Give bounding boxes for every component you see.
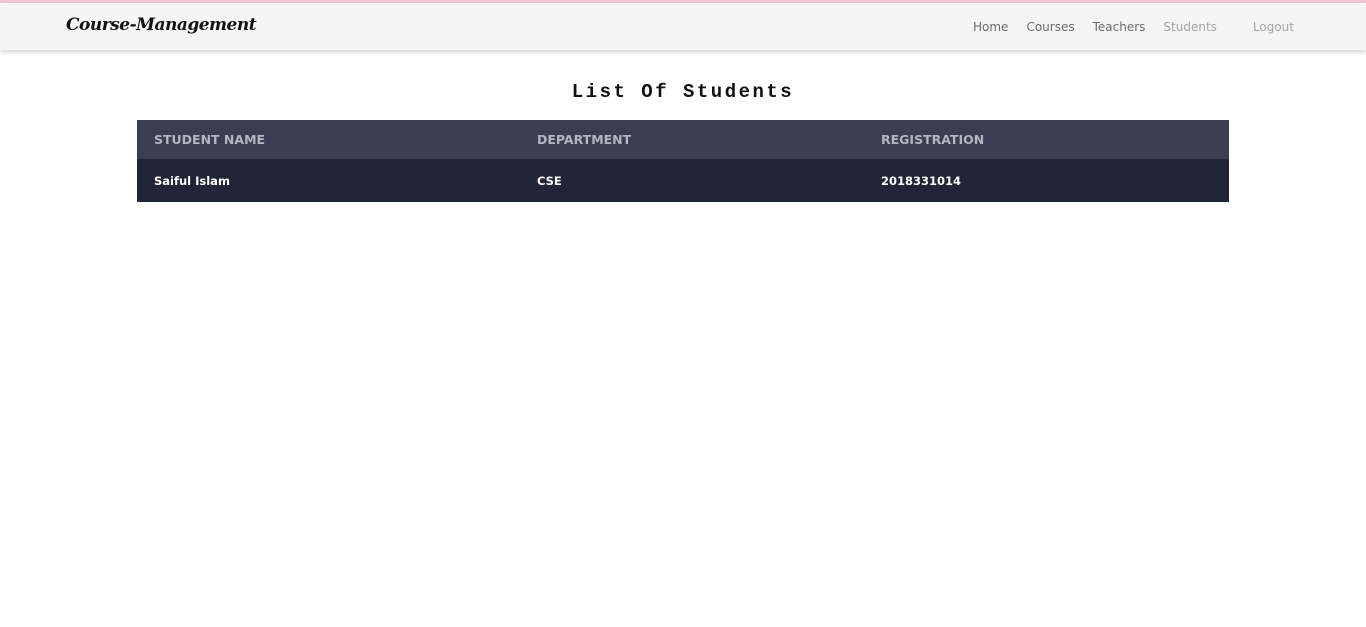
header-registration: REGISTRATION bbox=[864, 120, 1229, 159]
header-department: DEPARTMENT bbox=[520, 120, 864, 159]
cell-registration: 2018331014 bbox=[864, 159, 1229, 202]
table-header-row: STUDENT NAME DEPARTMENT REGISTRATION bbox=[137, 120, 1229, 159]
nav-link-courses[interactable]: Courses bbox=[1026, 20, 1074, 34]
page-title: List Of Students bbox=[571, 81, 795, 103]
nav-link-teachers[interactable]: Teachers bbox=[1093, 20, 1146, 34]
table-row: Saiful Islam CSE 2018331014 bbox=[137, 159, 1229, 202]
logout-link[interactable]: Logout bbox=[1253, 20, 1294, 34]
header-student-name: STUDENT NAME bbox=[137, 120, 520, 159]
navbar: Course-Management Home Courses Teachers … bbox=[0, 3, 1366, 50]
nav-link-home[interactable]: Home bbox=[973, 20, 1008, 34]
nav-link-students[interactable]: Students bbox=[1163, 20, 1217, 34]
nav-links: Home Courses Teachers Students Logout bbox=[955, 3, 1366, 50]
students-table: STUDENT NAME DEPARTMENT REGISTRATION Sai… bbox=[137, 120, 1229, 202]
brand-logo[interactable]: Course-Management bbox=[66, 15, 257, 35]
cell-department: CSE bbox=[520, 159, 864, 202]
cell-student-name: Saiful Islam bbox=[137, 159, 520, 202]
